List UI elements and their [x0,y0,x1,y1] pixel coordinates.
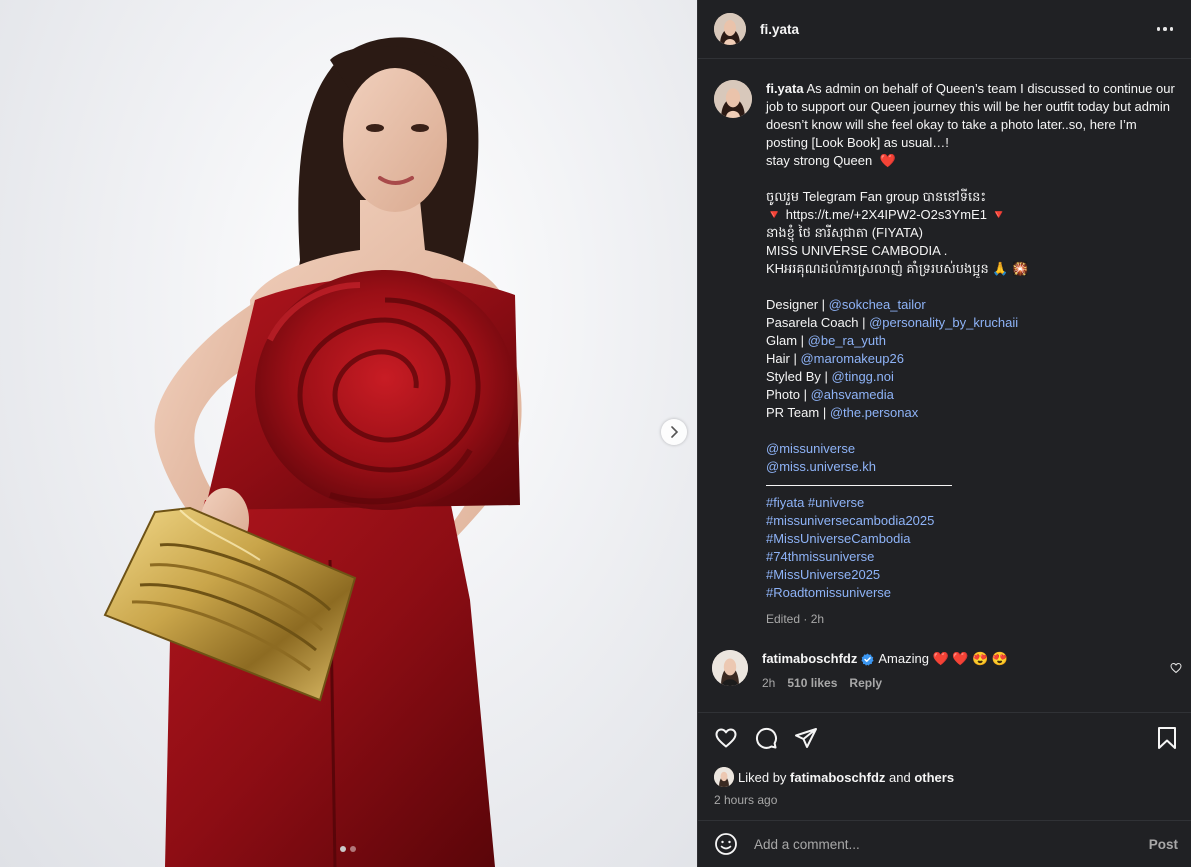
likes-middle: and [885,769,915,785]
post-photo [103,37,522,867]
bookmark-icon[interactable] [1156,726,1178,750]
credit-handle-link[interactable]: @maromakeup26 [800,351,904,366]
next-image-button[interactable] [661,419,687,445]
caption-line: ចូលរួម Telegram Fan group បាននៅទីនេះ [766,189,987,204]
post-comment-button[interactable]: Post [1149,837,1178,852]
comment-meta: 2h 510 likes Reply [762,676,1008,690]
credit-role: Designer | [766,297,829,312]
caption-lines: stay strong Queen 󠁧󠁧󠁧 ❤️ ចូលរួម Telegram … [766,152,1176,296]
credit-handle-link[interactable]: @tingg.noi [832,369,894,384]
author-username[interactable]: fi.yata [760,22,799,37]
post-image-pane [0,0,697,867]
carousel-dot-active [340,846,346,852]
hashtag-link[interactable]: #missuniversecambodia2025 [766,512,1176,530]
post-header: fi.yata [698,0,1191,59]
hashtag-link[interactable]: #74thmissuniverse [766,548,1176,566]
chevron-right-icon [671,426,679,438]
caption-line: 🔻 https://t.me/+2X4IPW2-O2s3YmE1 🔻 [766,207,1007,222]
paper-plane-icon[interactable] [794,726,818,750]
hashtag-link[interactable]: #MissUniverse2025 [766,566,1176,584]
liker-username[interactable]: fatimaboschfdz [790,770,885,785]
commenter-username[interactable]: fatimaboschfdz [762,650,857,668]
credit-handle-link[interactable]: @be_ra_yuth [808,333,886,348]
post-actions: Liked by fatimaboschfdz and others 2 hou… [698,712,1191,807]
comments-scroll-area[interactable]: fi.yata As admin on behalf of Queen’s te… [698,60,1191,710]
commenter-avatar[interactable] [712,650,748,686]
post-time: 2 hours ago [714,793,778,807]
credit-handle-link[interactable]: @the.personax [830,405,918,420]
credit-handle-link[interactable]: @ahsvamedia [811,387,894,402]
more-horizontal-icon[interactable] [1153,23,1178,35]
instagram-post-modal: fi.yata fi.yata As admin on behalf of Qu… [0,0,1191,867]
verified-badge-icon [861,652,874,666]
credit-role: Pasarela Coach | [766,315,870,330]
caption-line: នាងខ្ញុំ ថៃ នារីសុជាតា (FIYATA) 󠁧 [766,225,927,240]
comment-reply-button[interactable]: Reply [849,676,882,690]
smiley-icon[interactable] [714,832,738,856]
hashtag-link[interactable]: #MissUniverseCambodia [766,530,1176,548]
credit-role: Photo | [766,387,811,402]
caption-line: MISS UNIVERSE CAMBODIA . [766,243,948,258]
credit-role: Styled By | [766,369,832,384]
add-comment-bar: Post [698,820,1191,867]
carousel-dot [350,846,356,852]
comment-heart-icon[interactable] [1170,662,1182,677]
caption-divider [766,476,952,486]
mentions-list: @missuniverse @miss.universe.kh [766,440,1176,476]
credit-role: PR Team | [766,405,830,420]
author-avatar[interactable] [714,13,746,45]
hashtag-link[interactable]: #Roadtomissuniverse [766,584,1176,602]
comment-bubble-icon[interactable] [754,726,778,750]
likes-prefix: Liked by [738,769,791,785]
caption-intro: fi.yata As admin on behalf of Queen’s te… [766,80,1178,152]
mention-link[interactable]: @miss.universe.kh [766,458,1176,476]
post-details-panel: fi.yata fi.yata As admin on behalf of Qu… [697,0,1191,867]
likes-summary-text: Liked by fatimaboschfdz and others [738,770,954,785]
comment-item: fatimaboschfdz Amazing ❤️ ❤️ 😍 😍 2h 510 … [698,650,1191,690]
edited-timestamp: Edited · 2h [766,612,825,626]
likes-summary: Liked by fatimaboschfdz and others [714,767,1178,787]
credit-line: Glam | @be_ra_yuth [766,332,1176,350]
credit-role: Glam | [766,333,808,348]
caption-line: stay strong Queen 󠁧󠁧󠁧 ❤️ [766,153,896,168]
credit-line: PR Team | @the.personax [766,404,1176,422]
heart-icon[interactable] [714,726,738,750]
comment-time: 2h [762,676,776,690]
hashtag-link[interactable]: #fiyata #universe [766,494,1176,512]
caption-intro-text: As admin on behalf of Queen’s team I dis… [766,81,1175,150]
credit-line: Styled By | @tingg.noi [766,368,1176,386]
caption-body: stay strong Queen 󠁧󠁧󠁧 ❤️ ចូលរួម Telegram … [766,152,1176,628]
credit-line: Designer | @sokchea_tailor [766,296,1176,314]
credit-line: Pasarela Coach | @personality_by_kruchai… [766,314,1176,332]
comment-line: fatimaboschfdz Amazing ❤️ ❤️ 😍 😍 [762,650,1008,668]
credit-role: Hair | [766,351,801,366]
mention-link[interactable]: @missuniverse [766,440,1176,458]
action-icon-row [714,725,1178,751]
credits-list: Designer | @sokchea_tailor Pasarela Coach… [766,296,1176,422]
caption-line [766,278,1176,296]
caption-author-avatar[interactable] [714,80,752,118]
likes-others-link[interactable]: others [914,770,954,785]
comment-body: fatimaboschfdz Amazing ❤️ ❤️ 😍 😍 2h 510 … [762,650,1008,690]
caption-line: KHអរគុណដល់ការស្រលាញ់ គាំទ្ររបស់បងប្អូន 🙏… [766,261,1029,276]
credit-line: Photo | @ahsvamedia [766,386,1176,404]
post-caption: fi.yata As admin on behalf of Queen’s te… [698,60,1191,152]
comment-likes[interactable]: 510 likes [787,676,837,690]
credit-handle-link[interactable]: @personality_by_kruchaii [869,315,1018,330]
carousel-indicator [340,846,356,852]
comment-input[interactable] [754,836,1149,852]
liker-avatar[interactable] [714,767,734,787]
credit-handle-link[interactable]: @sokchea_tailor [829,297,926,312]
credit-line: Hair | @maromakeup26 [766,350,1176,368]
caption-username[interactable]: fi.yata [766,81,804,96]
comment-text: Amazing ❤️ ❤️ 😍 😍 [878,651,1009,666]
hashtags-list: #fiyata #universe #missuniversecambodia20… [766,494,1176,602]
caption-line [766,170,1176,188]
